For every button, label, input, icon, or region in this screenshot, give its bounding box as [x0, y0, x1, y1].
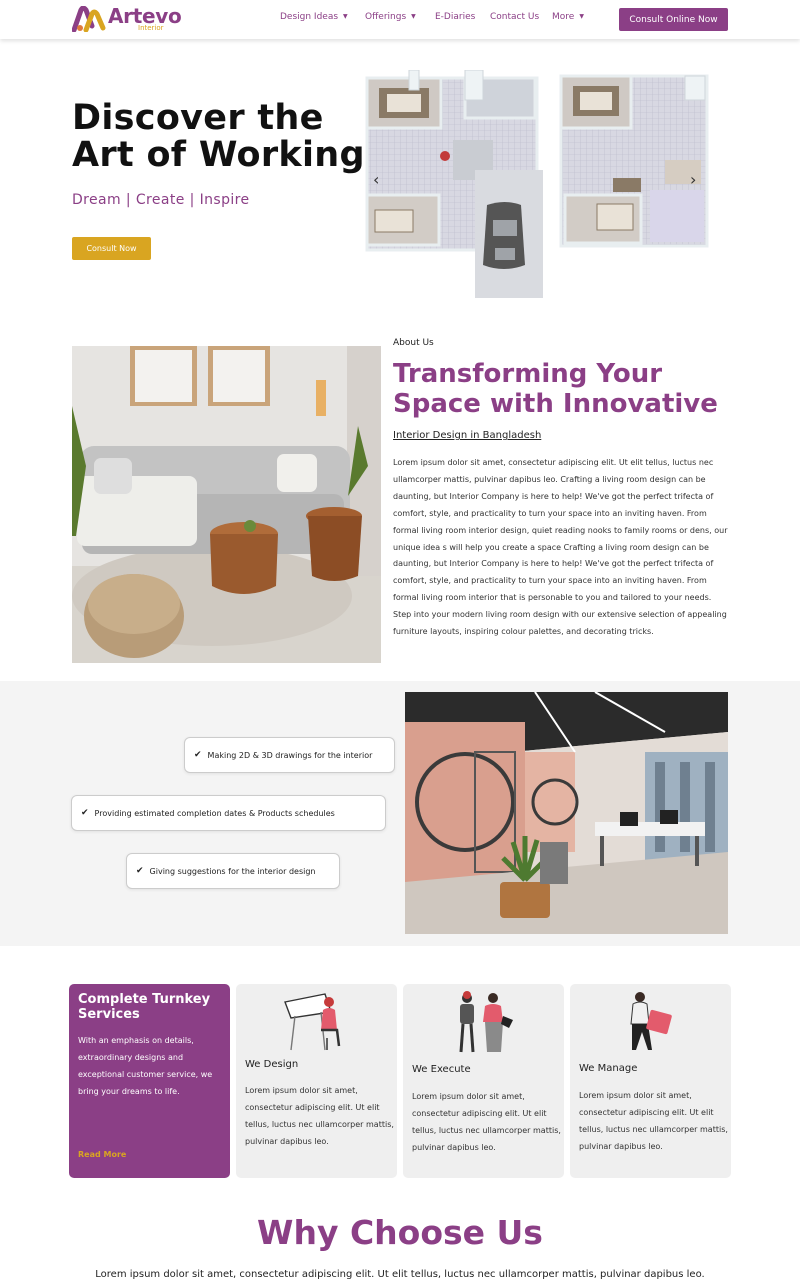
nav-item-offerings[interactable]: Offerings ▼: [365, 12, 416, 22]
service-title: We Execute: [412, 1064, 471, 1075]
about-heading: Transforming Your Space with Innovative: [393, 359, 718, 419]
checkmark-icon: ✔: [194, 750, 202, 760]
hero-title: Discover the Art of Working: [72, 100, 365, 174]
team-meeting-icon: [459, 991, 513, 1053]
feature-text: Giving suggestions for the interior desi…: [149, 866, 316, 876]
office-image: [405, 692, 728, 934]
chevron-down-icon: ▼: [579, 13, 584, 20]
consult-online-button[interactable]: Consult Online Now: [619, 8, 728, 31]
floor-plan-image: [365, 70, 709, 298]
turnkey-text: With an emphasis on details, extraordina…: [78, 1036, 213, 1096]
why-heading: Why Choose Us: [257, 1213, 543, 1252]
nav-item-contact-us[interactable]: Contact Us: [490, 12, 539, 22]
turnkey-services-card: Complete Turnkey Services With an emphas…: [69, 984, 230, 1178]
designer-drafting-icon: [284, 993, 341, 1051]
feature-item: ✔ Making 2D & 3D drawings for the interio…: [184, 737, 395, 773]
hero-title-line2: Art of Working: [72, 135, 365, 175]
nav-item-more[interactable]: More ▼: [552, 12, 584, 22]
about-kicker: About Us: [393, 338, 434, 348]
manager-folder-icon: [630, 992, 672, 1050]
nav-item-design-ideas[interactable]: Design Ideas ▼: [280, 12, 348, 22]
checkmark-icon: ✔: [136, 866, 144, 876]
service-text: Lorem ipsum dolor sit amet, consectetur …: [579, 1091, 728, 1151]
feature-item: ✔ Providing estimated completion dates & …: [71, 795, 386, 831]
feature-text: Providing estimated completion dates & P…: [94, 808, 335, 818]
nav-item-e-diaries[interactable]: E-Diaries: [435, 12, 475, 22]
feature-item: ✔ Giving suggestions for the interior des…: [126, 853, 340, 889]
chevron-down-icon: ▼: [343, 13, 348, 20]
site-header: Artevo Interior Design Ideas ▼ Offerings ▼…: [0, 0, 800, 39]
turnkey-title: Complete Turnkey Services: [78, 992, 211, 1022]
read-more-link[interactable]: Read More: [78, 1150, 126, 1159]
why-text: Lorem ipsum dolor sit amet, consectetur …: [95, 1269, 705, 1280]
service-title: We Manage: [579, 1063, 638, 1074]
about-subheading[interactable]: Interior Design in Bangladesh: [393, 430, 541, 441]
service-text: Lorem ipsum dolor sit amet, consectetur …: [412, 1092, 561, 1152]
logo-icon: [72, 6, 106, 32]
carousel-prev-icon[interactable]: ‹: [373, 170, 379, 189]
consult-now-button[interactable]: Consult Now: [72, 237, 151, 260]
brand-logo[interactable]: Artevo Interior: [72, 4, 182, 35]
living-room-image: [72, 346, 381, 663]
service-text: Lorem ipsum dolor sit amet, consectetur …: [245, 1086, 394, 1146]
service-card-execute: We Execute Lorem ipsum dolor sit amet, c…: [403, 984, 564, 1178]
carousel-next-icon[interactable]: ›: [690, 170, 696, 189]
hero-title-line1: Discover the: [72, 98, 324, 138]
service-title: We Design: [245, 1059, 299, 1070]
hero-subtitle: Dream | Create | Inspire: [72, 192, 250, 208]
brand-tagline: Interior: [138, 24, 164, 32]
about-body: Lorem ipsum dolor sit amet, consectetur …: [393, 458, 728, 637]
service-card-design: We Design Lorem ipsum dolor sit amet, co…: [236, 984, 397, 1178]
chevron-down-icon: ▼: [411, 13, 416, 20]
feature-text: Making 2D & 3D drawings for the interior: [207, 750, 373, 760]
service-card-manage: We Manage Lorem ipsum dolor sit amet, co…: [570, 984, 731, 1178]
checkmark-icon: ✔: [81, 808, 89, 818]
